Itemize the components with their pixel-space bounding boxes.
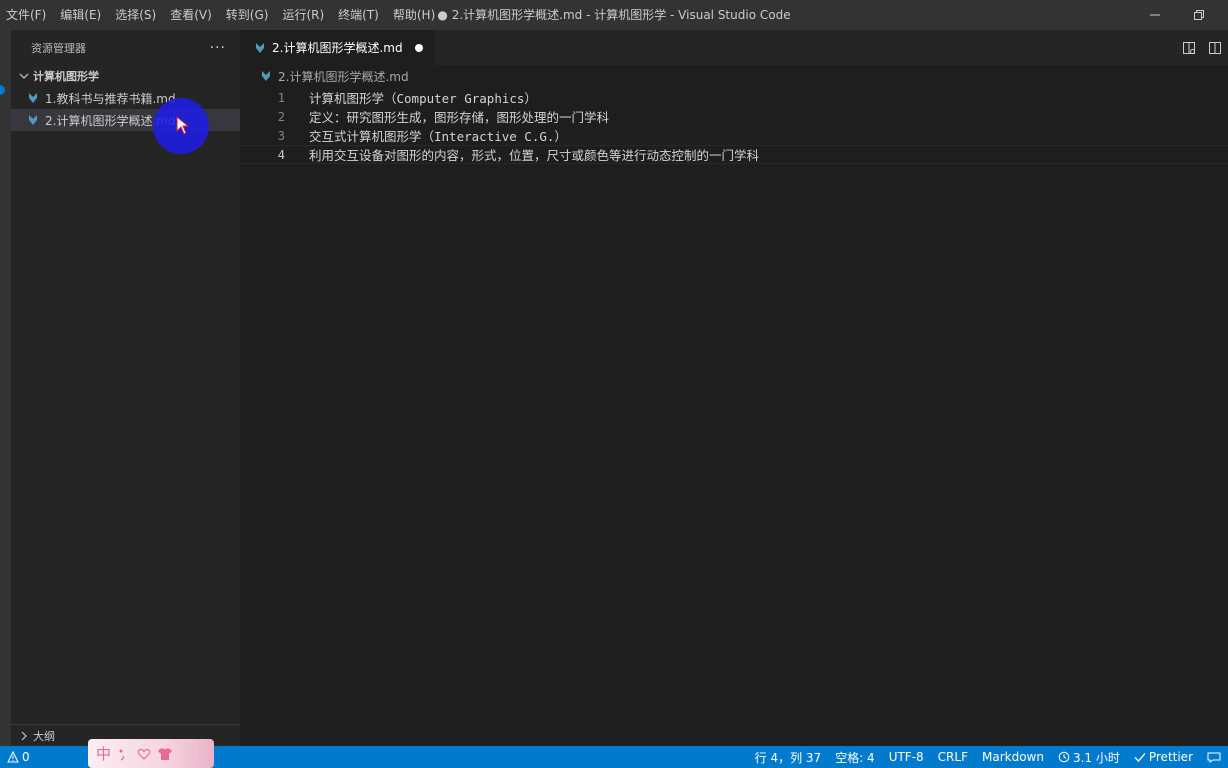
language-mode[interactable]: Markdown: [975, 746, 1051, 768]
check-icon: [1134, 753, 1146, 762]
minimize-button[interactable]: [1132, 0, 1178, 30]
breadcrumb[interactable]: 2.计算机图形学概述.md: [240, 65, 1228, 87]
activity-bar: [0, 30, 11, 746]
markdown-icon: [254, 42, 266, 54]
menu-terminal[interactable]: 终端(T): [334, 0, 383, 30]
end-of-line[interactable]: CRLF: [931, 746, 975, 768]
line-number: 3: [277, 128, 285, 143]
encoding[interactable]: UTF-8: [882, 746, 931, 768]
prettier-status[interactable]: Prettier: [1127, 746, 1200, 768]
editor-actions: [1176, 30, 1228, 65]
code-line[interactable]: 2 定义：研究图形生成，图形存储，图形处理的一门学科: [240, 107, 1228, 126]
tab-bar: 2.计算机图形学概述.md: [240, 30, 1228, 65]
outline-label: 大纲: [33, 729, 55, 743]
file-item[interactable]: 1.教科书与推荐书籍.md: [11, 87, 240, 109]
preview-icon: [1183, 41, 1195, 54]
open-preview-button[interactable]: [1176, 35, 1202, 61]
code-line[interactable]: 1 计算机图形学（Computer Graphics）: [240, 88, 1228, 107]
time-tracker[interactable]: 3.1 小时: [1051, 746, 1127, 768]
menu-bar: 文件(F) 编辑(E) 选择(S) 查看(V) 转到(G) 运行(R) 终端(T…: [0, 0, 445, 30]
title-bar: 文件(F) 编辑(E) 选择(S) 查看(V) 转到(G) 运行(R) 终端(T…: [0, 0, 1228, 30]
heart-icon[interactable]: [137, 747, 151, 761]
tab-label: 2.计算机图形学概述.md: [272, 41, 403, 55]
history-icon: [1058, 751, 1070, 763]
minimize-icon: [1150, 14, 1160, 16]
editor-group: 2.计算机图形学概述.md 2.计算机图形学概述.md 1 计算机图形学（Com…: [240, 30, 1228, 746]
punctuation-icon[interactable]: [117, 747, 131, 761]
line-text[interactable]: 计算机图形学（Computer Graphics）: [309, 88, 537, 107]
unsaved-dot-icon[interactable]: [414, 43, 423, 52]
menu-help[interactable]: 帮助(H): [389, 0, 439, 30]
cursor-position[interactable]: 行 4，列 37: [748, 746, 829, 768]
line-text[interactable]: 定义：研究图形生成，图形存储，图形处理的一门学科: [309, 107, 609, 126]
markdown-icon: [27, 114, 39, 126]
window-title: ● 2.计算机图形学概述.md - 计算机图形学 - Visual Studio…: [437, 8, 791, 22]
feedback-button[interactable]: [1200, 746, 1228, 768]
mouse-pointer-icon: [176, 116, 190, 135]
file-label: 1.教科书与推荐书籍.md: [45, 91, 176, 106]
ime-toolbar[interactable]: 中: [88, 739, 214, 768]
markdown-icon: [27, 92, 39, 104]
sidebar-title: 资源管理器: [31, 41, 86, 55]
folder-label: 计算机图形学: [33, 70, 99, 83]
breadcrumb-file[interactable]: 2.计算机图形学概述.md: [278, 68, 409, 85]
markdown-icon: [260, 70, 272, 82]
line-number: 2: [277, 109, 285, 124]
line-text[interactable]: 交互式计算机图形学（Interactive C.G.）: [309, 126, 567, 145]
indentation[interactable]: 空格: 4: [828, 746, 882, 768]
menu-go[interactable]: 转到(G): [222, 0, 273, 30]
chevron-right-icon: [17, 729, 31, 743]
restore-icon: [1194, 10, 1204, 20]
more-actions-icon[interactable]: ···: [210, 40, 226, 56]
sidebar-header: 资源管理器 ···: [11, 30, 240, 65]
line-text[interactable]: 利用交互设备对图形的内容，形式，位置，尺寸或颜色等进行动态控制的一门学科: [309, 145, 759, 164]
menu-edit[interactable]: 编辑(E): [56, 0, 105, 30]
ime-mode-label[interactable]: 中: [96, 743, 111, 764]
code-line-current[interactable]: 4 利用交互设备对图形的内容，形式，位置，尺寸或颜色等进行动态控制的一门学科: [240, 145, 1228, 164]
activity-badge: [0, 85, 5, 95]
feedback-icon: [1207, 752, 1221, 763]
warning-icon: [7, 751, 19, 763]
code-line[interactable]: 3 交互式计算机图形学（Interactive C.G.）: [240, 126, 1228, 145]
problems-count: 0: [22, 750, 30, 764]
menu-file[interactable]: 文件(F): [2, 0, 50, 30]
menu-view[interactable]: 查看(V): [166, 0, 216, 30]
problems-indicator[interactable]: 0: [0, 746, 37, 768]
chevron-down-icon: [17, 69, 31, 83]
tab-active-file[interactable]: 2.计算机图形学概述.md: [240, 30, 435, 65]
split-editor-button[interactable]: [1202, 35, 1228, 61]
menu-run[interactable]: 运行(R): [278, 0, 328, 30]
restore-button[interactable]: [1176, 0, 1222, 30]
skin-icon[interactable]: [157, 747, 173, 761]
split-editor-icon: [1209, 41, 1221, 54]
folder-row[interactable]: 计算机图形学: [11, 65, 240, 87]
code-editor[interactable]: 1 计算机图形学（Computer Graphics） 2 定义：研究图形生成，…: [240, 87, 1228, 164]
menu-selection[interactable]: 选择(S): [111, 0, 160, 30]
line-number: 4: [277, 147, 285, 162]
line-number: 1: [277, 90, 285, 105]
